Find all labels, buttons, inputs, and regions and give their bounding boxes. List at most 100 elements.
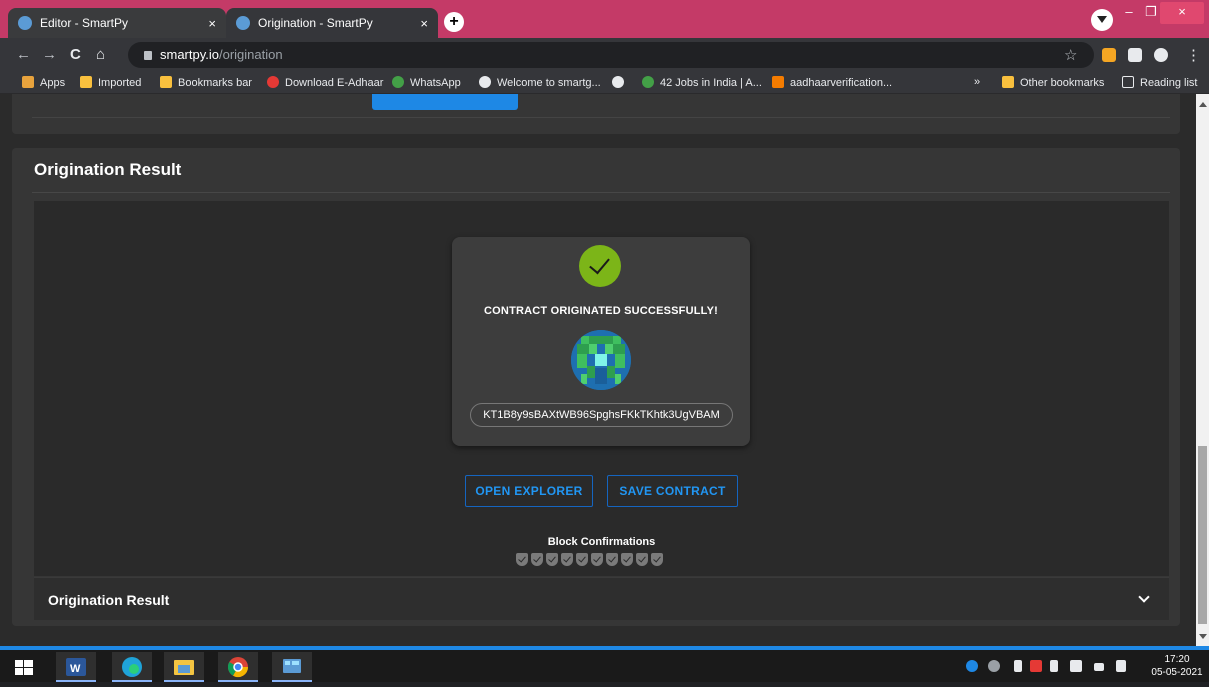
url-path: /origination (219, 47, 283, 62)
globe-icon (479, 76, 491, 88)
account-avatar-icon[interactable] (1154, 48, 1168, 62)
profile-menu-icon[interactable] (1091, 9, 1113, 31)
open-explorer-button[interactable]: OPEN EXPLORER (465, 475, 593, 507)
divider (32, 117, 1170, 118)
success-message: CONTRACT ORIGINATED SUCCESSFULLY! (484, 305, 718, 317)
tab-title: Editor - SmartPy (40, 16, 129, 30)
edge-icon[interactable] (112, 652, 152, 682)
bookmarks-bar: Apps Imported Bookmarks bar Download E-A… (0, 72, 1209, 94)
jobs-site-icon (642, 76, 654, 88)
confirmation-shield-icon (621, 553, 633, 566)
home-icon[interactable]: ⌂ (96, 46, 105, 63)
block-confirmations-label: Block Confirmations (547, 536, 656, 548)
previous-action-button[interactable] (372, 94, 518, 110)
clock-time: 17:20 (1164, 654, 1190, 665)
success-card: CONTRACT ORIGINATED SUCCESSFULLY! KT1B8y… (452, 237, 750, 446)
address-bar[interactable]: smartpy.io/origination (128, 42, 1094, 68)
windows-start-icon[interactable] (4, 652, 44, 682)
block-confirmations-shields (516, 553, 663, 567)
clock-date: 05-05-2021 (1151, 667, 1203, 678)
flag-icon[interactable] (1050, 660, 1058, 672)
windows-taskbar: W 17:20 05-05-2021 (0, 650, 1209, 682)
security-alert-icon[interactable] (1030, 660, 1042, 672)
browser-toolbar: ← → C ⌂ smartpy.io/origination ☆ ⋮ (0, 38, 1209, 72)
bookmark-imported[interactable]: Imported (80, 76, 141, 89)
tab-close-icon[interactable]: × (420, 16, 428, 31)
confirmation-shield-icon (651, 553, 663, 566)
confirmation-shield-icon (576, 553, 588, 566)
file-explorer-icon[interactable] (164, 652, 204, 682)
page-content: Origination Result CONTRACT ORIGINATED S… (0, 94, 1196, 646)
tab-title: Origination - SmartPy (258, 16, 373, 30)
svg-text:W: W (70, 663, 81, 675)
bookmark-apps[interactable]: Apps (22, 76, 65, 89)
folder-icon (80, 76, 92, 88)
word-icon[interactable]: W (56, 652, 96, 682)
origination-result-card: Origination Result CONTRACT ORIGINATED S… (12, 148, 1180, 626)
bookmarks-overflow-button[interactable]: » (974, 76, 980, 88)
aadhaar-icon (267, 76, 279, 88)
display-icon[interactable] (1070, 660, 1082, 672)
check-circle-icon (579, 245, 621, 287)
scroll-down-icon[interactable] (1199, 634, 1207, 639)
signal-icon[interactable] (1094, 663, 1104, 671)
minimize-button[interactable]: – (1118, 2, 1140, 24)
chevron-down-icon[interactable] (1138, 591, 1150, 603)
bookmark-whatsapp[interactable]: WhatsApp (392, 76, 461, 89)
chrome-icon[interactable] (218, 652, 258, 682)
section-title: Origination Result (34, 160, 182, 179)
reload-icon[interactable]: C (70, 46, 81, 63)
bookmark-aadhaarverification[interactable]: aadhaarverification... (772, 76, 892, 89)
network-people-icon[interactable] (966, 660, 978, 672)
bookmark-welcome-smartg[interactable]: Welcome to smartg... (479, 76, 601, 89)
bookmark-bookmarks-bar[interactable]: Bookmarks bar (160, 76, 252, 89)
browser-menu-icon[interactable]: ⋮ (1186, 46, 1201, 64)
tab-editor[interactable]: Editor - SmartPy × (8, 8, 226, 38)
smartpy-favicon-icon (18, 16, 32, 30)
volume-icon[interactable] (1116, 660, 1126, 672)
confirmation-shield-icon (546, 553, 558, 566)
bookmark-star-icon[interactable]: ☆ (1064, 46, 1077, 64)
tab-origination[interactable]: Origination - SmartPy × (226, 8, 438, 38)
bookmark-globe[interactable] (612, 76, 630, 89)
scrollbar-thumb[interactable] (1198, 446, 1207, 624)
bookmark-42-jobs[interactable]: 42 Jobs in India | A... (642, 76, 762, 89)
folder-icon (160, 76, 172, 88)
folder-icon (1002, 76, 1014, 88)
save-contract-button[interactable]: SAVE CONTRACT (607, 475, 738, 507)
confirmation-shield-icon (591, 553, 603, 566)
extensions-puzzle-icon[interactable] (1128, 48, 1142, 62)
close-window-button[interactable]: × (1160, 2, 1204, 24)
new-tab-button[interactable]: + (444, 12, 464, 32)
contract-identicon-icon (571, 330, 631, 390)
globe-icon (612, 76, 624, 88)
reading-list[interactable]: Reading list (1122, 76, 1197, 89)
contract-address[interactable]: KT1B8y9sBAXtWB96SpghsFKkTKhtk3UgVBAM (470, 403, 733, 427)
lock-icon (144, 51, 152, 60)
scroll-up-icon[interactable] (1199, 102, 1207, 107)
url-host: smartpy.io (160, 47, 219, 62)
forward-icon[interactable]: → (42, 46, 57, 63)
confirmation-shield-icon (561, 553, 573, 566)
previous-section-card (12, 94, 1180, 134)
control-panel-icon[interactable] (272, 652, 312, 682)
bookmark-download-eadhaar[interactable]: Download E-Adhaar (267, 76, 383, 89)
back-icon[interactable]: ← (16, 46, 31, 63)
divider (32, 192, 1170, 193)
confirmation-shield-icon (516, 553, 528, 566)
accordion-title: Origination Result (48, 592, 170, 608)
origination-result-accordion[interactable]: Origination Result (34, 577, 1169, 620)
taskbar-clock[interactable]: 17:20 05-05-2021 (1149, 653, 1205, 679)
confirmation-shield-icon (606, 553, 618, 566)
other-bookmarks[interactable]: Other bookmarks (1002, 76, 1104, 89)
confirmation-shield-icon (636, 553, 648, 566)
sync-icon[interactable] (988, 660, 1000, 672)
tab-close-icon[interactable]: × (208, 16, 216, 31)
confirmation-shield-icon (531, 553, 543, 566)
whatsapp-icon (392, 76, 404, 88)
battery-icon[interactable] (1014, 660, 1022, 672)
page-scrollbar[interactable] (1196, 94, 1209, 646)
maximize-button[interactable]: ❐ (1140, 2, 1162, 24)
extension-icon[interactable] (1102, 48, 1116, 62)
apps-grid-icon (22, 76, 34, 88)
